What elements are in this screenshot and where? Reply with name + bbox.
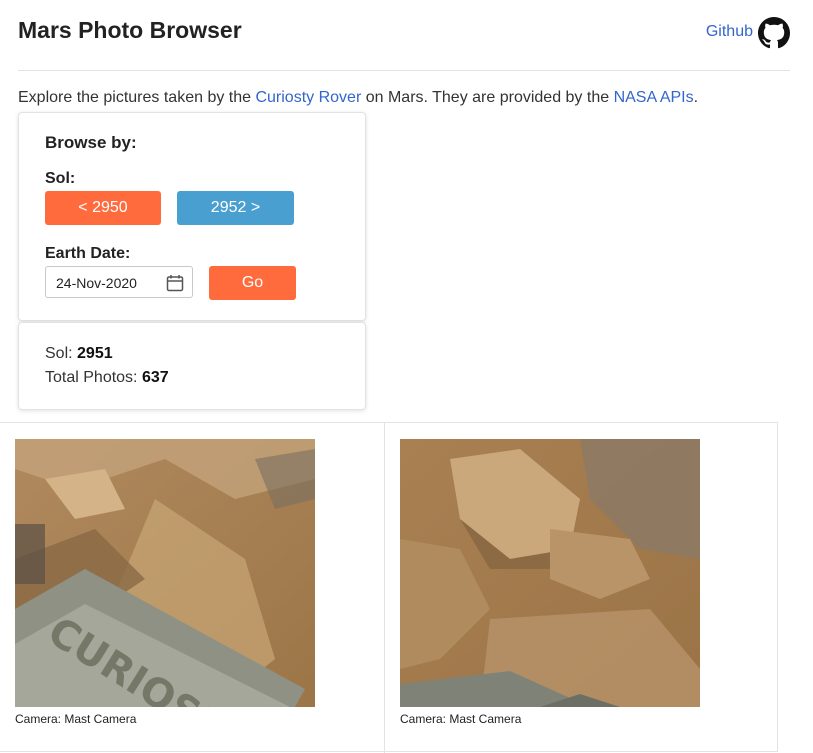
photo-caption: Camera: Mast Camera (15, 712, 137, 726)
photo-grid: CURIOSITY Camera: Mast Camera Camera: Ma… (0, 422, 778, 753)
curiosity-rover-link[interactable]: Curiosty Rover (255, 89, 361, 106)
previous-sol-button[interactable]: < 2950 (45, 191, 161, 225)
photo-card: Camera: Mast Camera (385, 423, 777, 753)
mars-photo[interactable] (400, 439, 700, 707)
earth-date-value: 24-Nov-2020 (56, 275, 137, 291)
total-photos-info: Total Photos: 637 (45, 369, 169, 387)
earth-date-field[interactable]: 24-Nov-2020 (45, 266, 193, 298)
calendar-icon[interactable] (166, 274, 184, 292)
sol-info-label: Sol: (45, 345, 78, 362)
mars-photo[interactable]: CURIOSITY (15, 439, 315, 707)
page-title: Mars Photo Browser (18, 17, 242, 43)
browse-title: Browse by: (45, 133, 137, 152)
total-photos-label: Total Photos: (45, 369, 142, 386)
info-card: Sol: 2951 Total Photos: 637 (18, 322, 366, 410)
sol-label: Sol: (45, 170, 76, 187)
nasa-apis-link[interactable]: NASA APIs (614, 89, 694, 106)
intro-text: Explore the pictures taken by the Curios… (18, 89, 698, 107)
next-sol-button[interactable]: 2952 > (177, 191, 294, 225)
sol-info-value: 2951 (77, 345, 113, 362)
go-button[interactable]: Go (209, 266, 296, 300)
browse-card: Browse by: Sol: < 2950 2952 > Earth Date… (18, 112, 366, 321)
github-link[interactable]: Github (706, 23, 753, 41)
sol-info: Sol: 2951 (45, 345, 113, 363)
github-icon[interactable] (758, 17, 790, 49)
earth-date-label: Earth Date: (45, 245, 131, 262)
photo-caption: Camera: Mast Camera (400, 712, 522, 726)
intro-text-middle: on Mars. They are provided by the (361, 89, 614, 106)
intro-text-end: . (693, 89, 699, 106)
intro-text-start: Explore the pictures taken by the (18, 89, 256, 106)
page-header: Mars Photo Browser Github (18, 0, 790, 71)
total-photos-value: 637 (141, 369, 169, 386)
photo-card: CURIOSITY Camera: Mast Camera (0, 423, 385, 753)
